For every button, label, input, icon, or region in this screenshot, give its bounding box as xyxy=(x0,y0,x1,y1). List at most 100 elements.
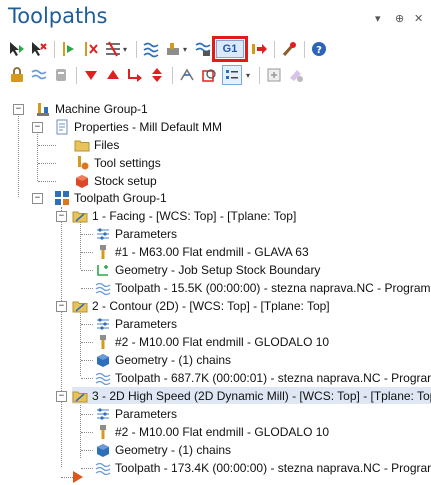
endmill-tool-icon xyxy=(95,244,111,260)
tree-item-tool[interactable]: #2 - M10.00 Flat endmill - GLODALO 10 xyxy=(95,333,329,350)
verify-icon[interactable] xyxy=(164,40,182,58)
tree-guide-line xyxy=(81,342,93,343)
toggle-posting-icon[interactable] xyxy=(52,66,70,84)
parameters-sliders-icon xyxy=(95,406,111,422)
collapse-toggle[interactable]: − xyxy=(56,391,67,402)
endmill-tool-icon xyxy=(95,424,111,440)
toolbar-separator xyxy=(274,40,275,58)
tree-item-properties[interactable]: Properties - Mill Default MM xyxy=(54,118,222,135)
collapse-toggle[interactable]: − xyxy=(56,211,67,222)
post-output-arrow-icon[interactable] xyxy=(250,40,268,58)
collapse-toggle[interactable]: − xyxy=(13,104,24,115)
tree-guide-line xyxy=(81,252,93,253)
close-panel-button[interactable]: ✕ xyxy=(414,12,423,25)
toolbar-row-1: ▾ ▾ G1 ? xyxy=(8,36,332,62)
tree-item-operation-3[interactable]: 3 - 2D High Speed (2D Dynamic Mill) - [W… xyxy=(72,387,431,404)
tree-guide-line xyxy=(81,234,93,235)
tree-guide-line xyxy=(81,414,93,415)
tree-guide-line xyxy=(18,109,19,197)
edit-parameters-icon[interactable] xyxy=(287,66,305,84)
tree-item-geometry[interactable]: Geometry - Job Setup Stock Boundary xyxy=(95,261,320,278)
properties-document-icon xyxy=(54,119,70,135)
chevron-down-icon[interactable]: ▾ xyxy=(246,71,253,80)
insert-arrow-icon[interactable] xyxy=(73,471,83,483)
chevron-down-icon[interactable]: ▾ xyxy=(123,45,130,54)
tree-guide-line xyxy=(38,163,56,164)
tree-item-label: Toolpath - 173.4K (00:00:00) - stezna na… xyxy=(115,460,431,475)
tree-item-label: 1 - Facing - [WCS: Top] - [Tplane: Top] xyxy=(92,208,297,223)
tree-item-label: 3 - 2D High Speed (2D Dynamic Mill) - [W… xyxy=(92,388,431,403)
wrench-icon[interactable] xyxy=(280,40,298,58)
tree-item-label: #2 - M10.00 Flat endmill - GLODALO 10 xyxy=(115,424,330,439)
folder-icon xyxy=(74,137,90,153)
select-dirty-operations-icon[interactable] xyxy=(30,40,48,58)
tree-item-label: Parameters xyxy=(115,226,178,241)
regenerate-selected-icon[interactable] xyxy=(60,40,78,58)
operations-tree: − Machine Group-1 − Properties - Mill De… xyxy=(0,100,431,485)
insert-after-icon[interactable] xyxy=(126,66,144,84)
lock-icon[interactable] xyxy=(8,66,26,84)
tree-item-toolpath[interactable]: Toolpath - 173.4K (00:00:00) - stezna na… xyxy=(95,459,431,476)
tree-item-tool[interactable]: #2 - M10.00 Flat endmill - GLODALO 10 xyxy=(95,423,329,440)
list-options-button[interactable] xyxy=(222,65,242,85)
toolbar-separator xyxy=(54,40,55,58)
help-icon[interactable]: ? xyxy=(310,40,328,58)
simulate-icon[interactable] xyxy=(194,40,212,58)
tree-item-operation-1[interactable]: 1 - Facing - [WCS: Top] - [Tplane: Top] xyxy=(72,207,296,224)
tree-item-toolpath-group[interactable]: Toolpath Group-1 xyxy=(54,189,167,206)
tree-item-stock-setup[interactable]: Stock setup xyxy=(74,172,157,189)
collapse-toggle[interactable]: − xyxy=(56,301,67,312)
toolpath-waves-icon xyxy=(95,370,111,386)
expand-tree-icon[interactable] xyxy=(265,66,283,84)
tree-guide-line xyxy=(81,360,93,361)
tree-item-label: Tool settings xyxy=(94,155,161,170)
tree-item-label: Geometry - Job Setup Stock Boundary xyxy=(115,262,321,277)
tree-item-parameters[interactable]: Parameters xyxy=(95,315,177,332)
collapse-toggle[interactable]: − xyxy=(32,122,43,133)
backplot-icon[interactable] xyxy=(142,40,160,58)
tree-guide-line xyxy=(81,288,93,289)
toggle-toolpath-display-icon[interactable] xyxy=(30,66,48,84)
display-selected-icon[interactable] xyxy=(200,66,218,84)
toolbar-separator xyxy=(172,66,173,84)
tree-item-parameters[interactable]: Parameters xyxy=(95,405,177,422)
toolpath-group-icon xyxy=(54,190,70,206)
tree-item-label: #1 - M63.00 Flat endmill - GLAVA 63 xyxy=(115,244,309,259)
geometry-boundary-icon xyxy=(95,262,111,278)
tree-item-geometry[interactable]: Geometry - (1) chains xyxy=(95,351,231,368)
tree-item-label: Parameters xyxy=(115,316,178,331)
chevron-down-icon[interactable]: ▾ xyxy=(183,45,190,54)
panel-title: Toolpaths xyxy=(8,4,108,28)
tree-item-tool-settings[interactable]: Tool settings xyxy=(74,154,161,171)
tree-item-toolpath[interactable]: Toolpath - 15.5K (00:00:00) - stezna nap… xyxy=(95,279,431,296)
scroll-to-insert-icon[interactable] xyxy=(148,66,166,84)
tree-item-toolpath[interactable]: Toolpath - 687.7K (00:00:01) - stezna na… xyxy=(95,369,431,386)
stock-box-icon xyxy=(74,173,90,189)
tree-item-geometry[interactable]: Geometry - (1) chains xyxy=(95,441,231,458)
toggle-display-icon[interactable] xyxy=(104,40,122,58)
tree-item-label: Properties - Mill Default MM xyxy=(74,119,223,134)
tree-item-operation-2[interactable]: 2 - Contour (2D) - [WCS: Top] - [Tplane:… xyxy=(72,297,330,314)
move-insert-arrow-down-icon[interactable] xyxy=(82,66,100,84)
parameters-sliders-icon xyxy=(95,316,111,332)
collapse-toggle[interactable]: − xyxy=(32,193,43,204)
move-insert-arrow-up-icon[interactable] xyxy=(104,66,122,84)
tree-item-tool[interactable]: #1 - M63.00 Flat endmill - GLAVA 63 xyxy=(95,243,309,260)
panel-menu-arrow[interactable]: ▾ xyxy=(375,12,381,25)
tree-item-machine-group[interactable]: Machine Group-1 xyxy=(35,100,148,117)
tree-item-files[interactable]: Files xyxy=(74,136,119,153)
endmill-tool-icon xyxy=(95,334,111,350)
tree-item-label: Geometry - (1) chains xyxy=(115,352,232,367)
pin-icon[interactable]: ⊕ xyxy=(395,12,404,25)
tree-item-label: Toolpath Group-1 xyxy=(74,190,167,205)
post-selected-operations-button[interactable]: G1 xyxy=(212,36,248,62)
tree-guide-line xyxy=(81,324,93,325)
regenerate-dirty-icon[interactable] xyxy=(82,40,100,58)
toolbar-separator xyxy=(136,40,137,58)
tree-guide-line xyxy=(38,145,56,146)
tree-item-parameters[interactable]: Parameters xyxy=(95,225,177,242)
toolpath-waves-icon xyxy=(95,460,111,476)
tree-guide-line xyxy=(81,468,93,469)
single-operation-icon[interactable] xyxy=(178,66,196,84)
select-all-operations-icon[interactable] xyxy=(8,40,26,58)
